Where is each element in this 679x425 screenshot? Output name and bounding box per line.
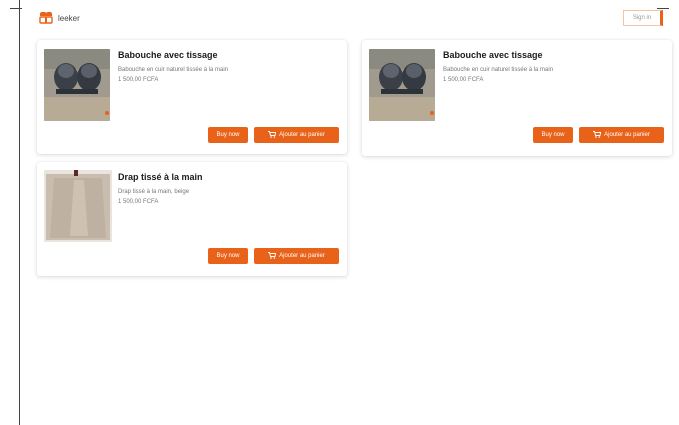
buy-now-button[interactable]: Buy now <box>533 127 573 143</box>
buy-now-label: Buy now <box>541 132 565 138</box>
buy-now-button[interactable]: Buy now <box>208 248 248 264</box>
product-card: Babouche avec tissage Babouche en cuir n… <box>362 40 672 156</box>
product-title[interactable]: Babouche avec tissage <box>443 50 543 60</box>
buy-now-label: Buy now <box>216 253 240 259</box>
product-description: Babouche en cuir naturel tissée à la mai… <box>118 67 229 73</box>
product-description: Babouche en cuir naturel tissée à la mai… <box>443 67 554 73</box>
window-frame-corner-left <box>10 8 22 9</box>
product-price: 1 500,00 FCFA <box>118 199 159 205</box>
product-image-babouche[interactable] <box>369 49 435 121</box>
cart-icon <box>268 251 277 261</box>
add-to-cart-label: Ajouter au panier <box>279 132 325 138</box>
add-to-cart-button[interactable]: Ajouter au panier <box>254 127 339 143</box>
product-image-drap[interactable] <box>44 170 112 242</box>
cart-icon <box>268 130 277 140</box>
sign-in-button[interactable]: Sign in <box>623 10 663 26</box>
product-title[interactable]: Babouche avec tissage <box>118 50 218 60</box>
product-image-babouche[interactable] <box>44 49 110 121</box>
add-to-cart-label: Ajouter au panier <box>604 132 650 138</box>
product-card: Drap tissé à la main Drap tissé à la mai… <box>37 162 347 276</box>
cart-icon <box>593 130 602 140</box>
buy-now-button[interactable]: Buy now <box>208 127 248 143</box>
add-to-cart-button[interactable]: Ajouter au panier <box>579 127 664 143</box>
brand-name[interactable]: leeker <box>58 14 80 23</box>
product-price: 1 500,00 FCFA <box>118 77 159 83</box>
logo-icon[interactable] <box>39 12 53 24</box>
app-header: leeker <box>39 10 80 26</box>
add-to-cart-button[interactable]: Ajouter au panier <box>254 248 339 264</box>
add-to-cart-label: Ajouter au panier <box>279 253 325 259</box>
product-price: 1 500,00 FCFA <box>443 77 484 83</box>
window-frame-corner-right <box>657 8 669 9</box>
window-frame-left-border <box>19 0 20 425</box>
product-card: Babouche avec tissage Babouche en cuir n… <box>37 40 347 154</box>
buy-now-label: Buy now <box>216 132 240 138</box>
product-title[interactable]: Drap tissé à la main <box>118 172 203 182</box>
product-description: Drap tissé à la main, beige <box>118 189 190 195</box>
